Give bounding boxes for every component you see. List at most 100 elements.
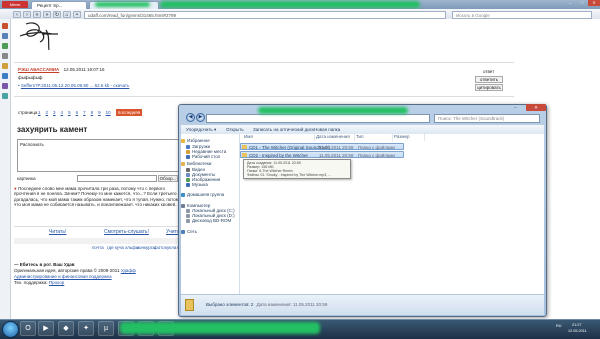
burn-button[interactable]: Записать на оптический диск: [253, 127, 314, 132]
redacted-path: [258, 107, 408, 114]
column-size[interactable]: Размер: [394, 134, 425, 141]
forward-button[interactable]: ›: [23, 11, 31, 18]
nav-item-label: Музыка: [192, 182, 208, 187]
section-title: захуярить камент: [17, 125, 88, 134]
file-row[interactable]: CD1 - The Witcher (Original Soundtrack) …: [240, 143, 404, 150]
utorrent-taskbar-icon[interactable]: µ: [98, 321, 114, 336]
history-icon[interactable]: [2, 63, 8, 69]
open-button[interactable]: Открыть: [226, 127, 244, 132]
footer-link[interactable]: кукла: [165, 245, 176, 250]
nav-read-link[interactable]: Читать!: [49, 229, 66, 235]
nav-item-icon: [181, 229, 185, 234]
nav-item[interactable]: Сеть: [181, 229, 197, 234]
signature-image: [19, 22, 58, 51]
nav-item-icon: [181, 203, 185, 208]
contacts-icon[interactable]: [2, 83, 8, 89]
reload-button[interactable]: ↻: [53, 11, 61, 18]
downloads-icon[interactable]: [2, 53, 8, 59]
nav-item-label: Рабочий стол: [192, 154, 221, 159]
column-type[interactable]: Тип: [356, 134, 393, 141]
clock-time[interactable]: 21:27: [572, 323, 582, 327]
home-button[interactable]: ⌂: [63, 11, 71, 18]
page-link[interactable]: 3: [53, 110, 56, 115]
page-link[interactable]: 4: [61, 110, 64, 115]
bookmarks-icon[interactable]: [2, 23, 8, 29]
footer-bar: [14, 238, 184, 244]
close-button[interactable]: ✕: [588, 0, 600, 6]
page-link[interactable]: 5: [68, 110, 71, 115]
last-page-button[interactable]: последняя: [116, 109, 142, 116]
nav-item[interactable]: Музыка: [186, 182, 208, 187]
opera-taskbar-icon[interactable]: O: [20, 321, 36, 336]
nav-item[interactable]: Домашняя группа: [181, 192, 224, 197]
file-input[interactable]: [77, 175, 157, 182]
page-link[interactable]: 8: [91, 110, 94, 115]
nav-item-icon: [186, 208, 190, 213]
tab-recipe[interactable]: Рецепт Sp...: [31, 1, 87, 9]
start-button[interactable]: [2, 321, 19, 338]
search-input[interactable]: Искать в Google: [452, 10, 592, 19]
widgets-icon[interactable]: [2, 33, 8, 39]
column-date[interactable]: Дата изменения: [316, 134, 355, 141]
explorer-close-button[interactable]: ✕: [526, 104, 546, 111]
media-taskbar-icon[interactable]: ▶: [38, 321, 54, 336]
fast-forward-button[interactable]: »: [43, 11, 51, 18]
page-link[interactable]: 10: [106, 110, 111, 115]
page-link[interactable]: 9: [98, 110, 101, 115]
back-button[interactable]: ‹: [13, 11, 21, 18]
chat-icon[interactable]: [2, 93, 8, 99]
footer-title: — Ебитесь в рот. Ваш Удав: [14, 262, 75, 267]
textarea-text: Распознать: [20, 142, 44, 147]
explorer-minimize-button[interactable]: –: [514, 105, 524, 110]
minimize-button[interactable]: –: [564, 0, 576, 6]
page-link[interactable]: 6: [76, 110, 79, 115]
rewind-button[interactable]: «: [33, 11, 41, 18]
maximize-button[interactable]: □: [576, 0, 588, 6]
nav-item[interactable]: Рабочий стол: [186, 154, 221, 159]
url-input[interactable]: udaff.com/read_fun/gnvns/31465.html#2799: [84, 10, 446, 19]
footer-link[interactable]: почта: [92, 245, 104, 250]
attachment-link[interactable]: • Seffers?P.2011.05.12.20.05.09.90 ... 6…: [18, 83, 129, 88]
explorer-file-list: [240, 134, 544, 294]
turbo-button[interactable]: •: [73, 11, 81, 18]
nav-item[interactable]: Библиотеки: [181, 161, 211, 166]
nav-item-icon: [186, 182, 190, 187]
page-link[interactable]: 1: [38, 110, 41, 115]
footer-link[interactable]: фото: [154, 245, 165, 250]
quote-button[interactable]: цитировать: [475, 84, 503, 91]
app-taskbar-icon[interactable]: ✦: [78, 321, 94, 336]
file-row[interactable]: CD2 - Inspired by the Witcher 11.05.2011…: [240, 151, 404, 158]
alienware-taskbar-icon[interactable]: ◆: [58, 321, 74, 336]
reply-button[interactable]: ответить: [475, 76, 503, 83]
comment-textarea[interactable]: Распознать: [17, 139, 189, 172]
new-folder-button[interactable]: Новая папка: [314, 127, 340, 132]
explorer-address-bar[interactable]: [206, 114, 430, 123]
opera-menu-button[interactable]: Меню: [2, 1, 28, 8]
mail-icon[interactable]: [2, 73, 8, 79]
footer-link[interactable]: где куча: [107, 245, 124, 250]
nav-item-label: Избранное: [187, 138, 210, 143]
page-link[interactable]: 2: [46, 110, 49, 115]
explorer-nav-pane: Избранное Загрузки Недавние места Рабочий с…: [181, 134, 240, 294]
page-link[interactable]: 7: [83, 110, 86, 115]
footer-admin-link[interactable]: Администрирование и финансовая поддержка: [14, 274, 112, 279]
nav-item[interactable]: Избранное: [181, 138, 210, 143]
nav-item[interactable]: Дисковод BD-ROM: [186, 218, 231, 223]
nav-item-icon: [181, 138, 185, 143]
clock-date[interactable]: 12.05.2011: [568, 329, 587, 333]
forward-icon[interactable]: ▶: [196, 113, 205, 122]
nav-item-icon: [186, 149, 190, 154]
comment-text: фыфыфыф: [18, 75, 43, 80]
language-indicator[interactable]: RU: [556, 324, 561, 328]
author-link[interactable]: РЭШ АБАССАМИА: [18, 67, 59, 72]
pager: 1 2 3 4 5 6 7 8 9 10: [38, 110, 116, 115]
browse-button[interactable]: Обзор...: [158, 175, 178, 182]
nav-item-icon: [181, 192, 185, 197]
redacted-title: [160, 1, 420, 8]
nav-watch-link[interactable]: Смотреть-слушать!: [104, 229, 149, 235]
explorer-search-input[interactable]: Поиск: The Witcher (Soundtrack): [434, 114, 540, 123]
back-icon[interactable]: ◀: [186, 113, 195, 122]
notes-icon[interactable]: [2, 43, 8, 49]
organize-button[interactable]: Упорядочить ▾: [186, 127, 216, 133]
column-name[interactable]: Имя: [244, 134, 315, 141]
